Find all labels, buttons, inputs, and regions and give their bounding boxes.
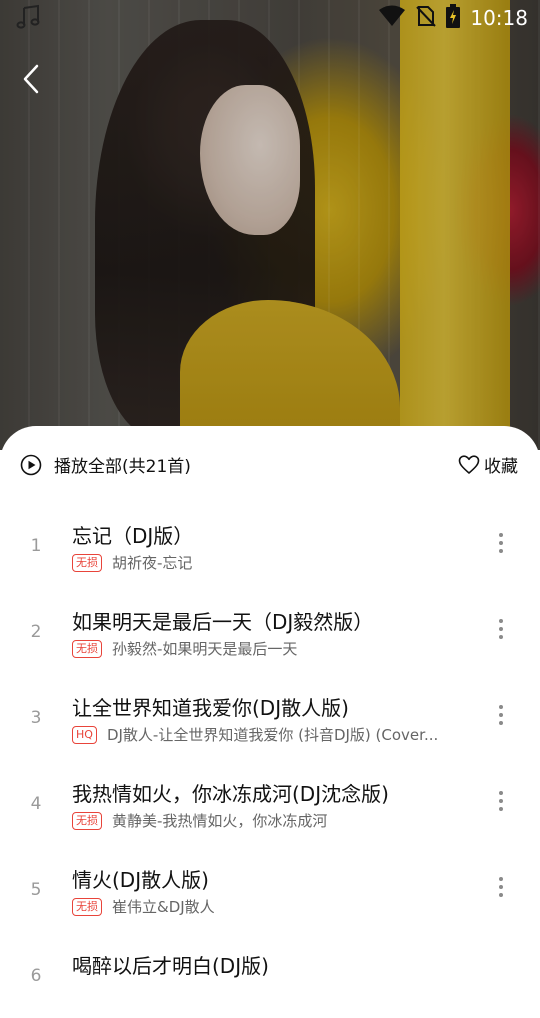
play-circle-icon [20,454,42,475]
song-row[interactable]: 2 如果明天是最后一天（DJ毅然版） 无损 孙毅然-如果明天是最后一天 [0,588,540,674]
status-bar: 10:18 [0,0,540,36]
heart-outline-icon [458,454,480,474]
more-options-button[interactable] [490,700,512,730]
more-options-button[interactable] [490,614,512,644]
song-row[interactable]: 4 我热情如火，你冰冻成河(DJ沈念版) 无损 黄静美-我热情如火，你冰冻成河 [0,760,540,846]
music-note-icon [16,4,42,30]
song-index: 5 [30,880,42,900]
header-background-image [0,0,540,450]
back-button[interactable] [14,60,48,98]
quality-badge: 无损 [72,897,102,916]
song-index: 3 [30,708,42,728]
song-title: 我热情如火，你冰冻成河(DJ沈念版) [72,782,389,806]
quality-badge: 无损 [72,811,102,830]
song-artist: 崔伟立&DJ散人 [112,898,215,916]
collect-button[interactable]: 收藏 [458,452,518,477]
song-title: 如果明天是最后一天（DJ毅然版） [72,610,374,634]
song-title: 情火(DJ散人版) [72,868,209,892]
more-options-button[interactable] [490,872,512,902]
song-index: 6 [30,966,42,986]
song-subtitle: HQ DJ散人-让全世界知道我爱你 (抖音DJ版) (Cover... [72,724,452,745]
song-subtitle: 无损 黄静美-我热情如火，你冰冻成河 [72,810,452,831]
quality-badge: 无损 [72,639,102,658]
play-all-label: 播放全部(共21首) [54,457,191,477]
status-time: 10:18 [470,6,528,30]
more-options-button[interactable] [490,528,512,558]
play-all-button[interactable]: 播放全部(共21首) [20,452,191,477]
image-overlay [0,0,540,450]
song-title: 喝醉以后才明白(DJ版) [72,954,269,978]
battery-charging-icon [446,4,461,32]
song-row[interactable]: 3 让全世界知道我爱你(DJ散人版) HQ DJ散人-让全世界知道我爱你 (抖音… [0,674,540,760]
song-title: 忘记（DJ版） [72,524,194,548]
song-title: 让全世界知道我爱你(DJ散人版) [72,696,349,720]
collect-label: 收藏 [484,457,518,477]
song-row[interactable]: 1 忘记（DJ版） 无损 胡祈夜-忘记 [0,502,540,588]
no-sim-icon [416,4,437,32]
song-artist: 黄静美-我热情如火，你冰冻成河 [112,812,328,830]
song-row[interactable]: 5 情火(DJ散人版) 无损 崔伟立&DJ散人 [0,846,540,932]
song-subtitle: 无损 胡祈夜-忘记 [72,552,452,573]
song-artist: 孙毅然-如果明天是最后一天 [112,640,298,658]
quality-badge: 无损 [72,553,102,572]
wifi-icon [378,5,406,31]
quality-badge: HQ [72,725,97,744]
song-subtitle: 无损 孙毅然-如果明天是最后一天 [72,638,452,659]
song-index: 2 [30,622,42,642]
more-options-button[interactable] [490,786,512,816]
song-list: 1 忘记（DJ版） 无损 胡祈夜-忘记 2 如果明天是最后一天（DJ毅然版） 无… [0,502,540,1018]
playlist-sheet: 播放全部(共21首) 收藏 1 忘记（DJ版） 无损 胡祈夜-忘记 2 如果明天… [0,426,540,986]
chevron-left-icon [23,64,39,94]
song-index: 1 [30,536,42,556]
song-artist: DJ散人-让全世界知道我爱你 (抖音DJ版) (Cover... [106,726,439,744]
song-subtitle: 无损 崔伟立&DJ散人 [72,896,452,917]
song-index: 4 [30,794,42,814]
song-artist: 胡祈夜-忘记 [112,554,193,572]
song-row[interactable]: 6 喝醉以后才明白(DJ版) [0,932,540,1018]
playlist-toolbar: 播放全部(共21首) 收藏 [0,426,540,502]
